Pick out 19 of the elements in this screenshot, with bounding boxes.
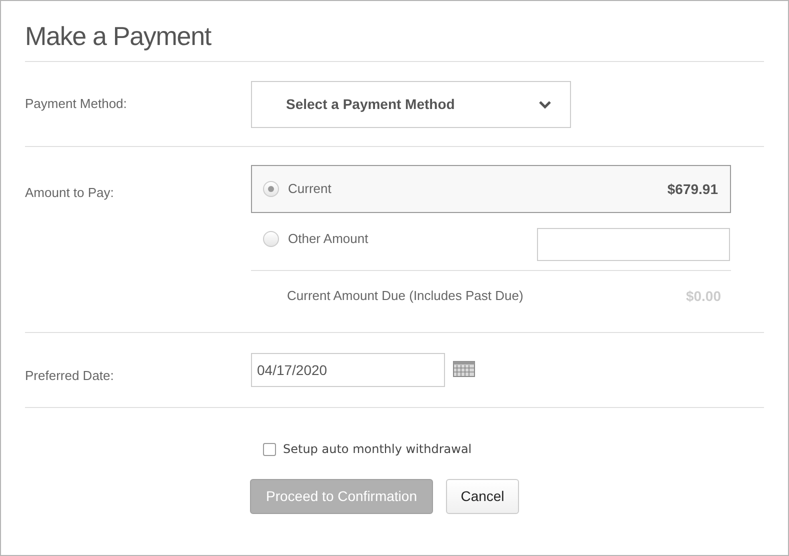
cancel-button[interactable]: Cancel [446,479,519,514]
payment-method-dropdown[interactable]: Select a Payment Method [251,80,571,128]
option-label: Current [288,180,332,198]
radio-button[interactable] [263,181,279,197]
field-label: Payment Method: [25,95,128,114]
page-title: Make a Payment [25,20,212,53]
checkbox-label: Setup auto monthly withdrawal [283,441,472,458]
field-label: Preferred Date: [25,367,115,386]
radio-button[interactable] [263,231,279,247]
amount-value: $679.91 [667,180,718,198]
calendar-icon[interactable] [453,361,475,377]
checkbox[interactable] [263,442,276,456]
due-label: Current Amount Due (Includes Past Due) [287,287,524,306]
date-input-field[interactable]: 04/17/2020 [251,353,445,387]
amount-input-field[interactable] [537,228,730,260]
field-label: Amount to Pay: [25,184,115,202]
selected-option-row[interactable]: Current $679.91 [251,165,731,213]
option-label: Other Amount [288,230,370,248]
chevron-down-icon [538,100,552,108]
